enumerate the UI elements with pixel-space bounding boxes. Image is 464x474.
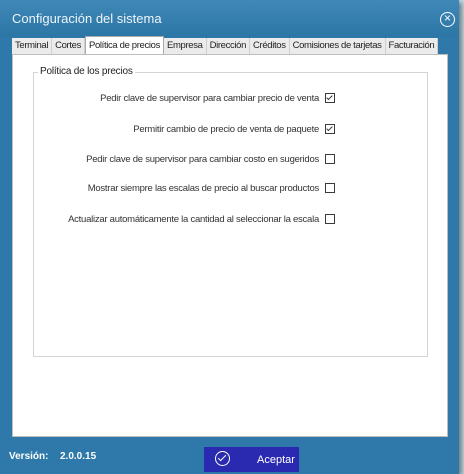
tab-panel: Política de los precios Pedir clave de s… [12, 54, 448, 437]
option-label: Actualizar automáticamente la cantidad a… [68, 213, 319, 225]
tab-comisiones-de-tarjetas[interactable]: Comisiones de tarjetas [290, 38, 386, 54]
group-title: Política de los precios [38, 66, 135, 77]
version-label: Versión: [9, 451, 49, 462]
tab-terminal[interactable]: Terminal [12, 38, 53, 54]
option-auto-update-quantity[interactable]: Actualizar automáticamente la cantidad a… [68, 212, 335, 226]
check-circle-icon [215, 451, 230, 466]
checkbox-supervisor-key-cost[interactable] [325, 154, 335, 164]
window-title: Configuración del sistema [12, 11, 162, 26]
checkbox-package-sale-price[interactable] [325, 124, 335, 134]
checkbox-supervisor-key-sale-price[interactable] [325, 93, 335, 103]
tab-empresa[interactable]: Empresa [164, 38, 207, 54]
pricing-policy-group: Política de los precios Pedir clave de s… [33, 66, 428, 357]
option-supervisor-key-sale-price[interactable]: Pedir clave de supervisor para cambiar p… [100, 91, 335, 105]
tab-facturacion[interactable]: Facturación [386, 38, 439, 54]
option-supervisor-key-cost[interactable]: Pedir clave de supervisor para cambiar c… [86, 152, 335, 166]
status-bar: Versión: 2.0.0.15 Aceptar [0, 437, 459, 474]
accept-button[interactable]: Aceptar [204, 447, 299, 472]
title-bar: Configuración del sistema × [0, 0, 459, 37]
tab-creditos[interactable]: Créditos [250, 38, 290, 54]
option-package-sale-price[interactable]: Permitir cambio de precio de venta de pa… [133, 122, 335, 136]
option-label: Mostrar siempre las escalas de precio al… [87, 182, 320, 194]
checkbox-show-price-scales[interactable] [325, 183, 335, 193]
accept-label: Aceptar [257, 454, 295, 466]
option-label: Pedir clave de supervisor para cambiar p… [100, 92, 319, 104]
checkbox-auto-update-quantity[interactable] [325, 214, 335, 224]
option-label: Pedir clave de supervisor para cambiar c… [86, 153, 319, 165]
version-value: 2.0.0.15 [60, 451, 97, 462]
option-show-price-scales[interactable]: Mostrar siempre las escalas de precio al… [88, 181, 335, 195]
settings-window: Configuración del sistema × Terminal Cor… [0, 0, 459, 474]
option-label: Permitir cambio de precio de venta de pa… [133, 123, 319, 135]
tab-politica-de-precios[interactable]: Política de precios [85, 36, 164, 55]
close-icon[interactable]: × [440, 12, 455, 27]
tab-bar: Terminal Cortes Política de precios Empr… [12, 36, 439, 55]
tab-cortes[interactable]: Cortes [52, 38, 85, 54]
tab-direccion[interactable]: Dirección [207, 38, 251, 54]
